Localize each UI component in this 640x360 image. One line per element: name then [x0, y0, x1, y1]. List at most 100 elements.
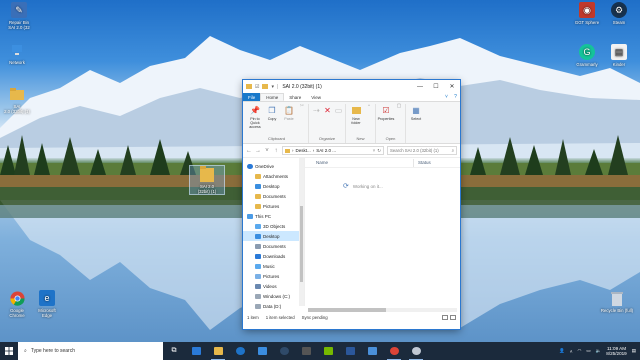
nav-item-pictures-onedrive[interactable]: Pictures: [243, 201, 304, 211]
tab-home[interactable]: Home: [260, 93, 285, 101]
taskbar-app-edge[interactable]: [229, 342, 251, 360]
open-group: ☑ Properties ▢ Open: [376, 104, 406, 143]
volume-icon[interactable]: 🔈: [596, 348, 602, 354]
chevron-down-icon[interactable]: ˅: [264, 148, 270, 154]
nav-item-music[interactable]: Music: [243, 261, 304, 271]
minimize-button[interactable]: —: [412, 80, 428, 93]
column-name[interactable]: Name: [305, 160, 413, 165]
tab-view[interactable]: View: [306, 93, 326, 101]
photos-icon: [367, 347, 377, 355]
nav-item-documents[interactable]: Documents: [243, 241, 304, 251]
taskbar-app-media[interactable]: [295, 342, 317, 360]
title-bar[interactable]: ☑ ▾ | SAI 2.0 (32bit) (1) — ☐ ✕: [243, 80, 460, 93]
taskbar-app-nvidia[interactable]: [317, 342, 339, 360]
up-button[interactable]: ↑: [273, 148, 279, 154]
taskbar-app-photos[interactable]: [361, 342, 383, 360]
scrollbar-thumb[interactable]: [300, 206, 303, 282]
tab-file[interactable]: File: [243, 93, 261, 101]
address-bar[interactable]: › Deskt... › SAI 2.0 ... ˅ ↻: [282, 146, 384, 155]
pin-button[interactable]: 📌 Pin to Quick access: [247, 104, 263, 135]
rename-button[interactable]: ▭: [333, 104, 343, 135]
chevron-down-icon[interactable]: ˅: [373, 148, 376, 153]
details-view-icon[interactable]: [442, 315, 448, 320]
new-folder-icon[interactable]: [262, 84, 269, 89]
navigation-pane[interactable]: OneDrive Attachments Desktop Documents P…: [243, 158, 305, 309]
properties-icon[interactable]: ☑: [255, 84, 259, 90]
nav-item-data-d[interactable]: Data (D:): [243, 301, 304, 311]
nav-item-documents-onedrive[interactable]: Documents: [243, 191, 304, 201]
breadcrumb-desktop[interactable]: Deskt...: [296, 148, 311, 153]
nav-item-3d-objects[interactable]: 3D Objects: [243, 221, 304, 231]
notification-icon[interactable]: ▤: [632, 348, 636, 354]
help-icon[interactable]: ?: [451, 93, 460, 101]
taskbar-app-store[interactable]: [185, 342, 207, 360]
chevron-up-icon[interactable]: ˄: [570, 349, 573, 354]
back-button[interactable]: ←: [246, 148, 252, 154]
taskbar-app-chrome[interactable]: [383, 342, 405, 360]
desktop-icon-repair-bin[interactable]: ✎ Repair Bin SAI 2.0 (32: [2, 2, 36, 30]
search-input[interactable]: Search SAI 2.0 (32bit) (1) ⌕: [387, 146, 457, 155]
nav-item-videos[interactable]: Videos: [243, 281, 304, 291]
clipboard-small-buttons[interactable]: ✂: [298, 104, 306, 135]
desktop-icon-ggt[interactable]: ◉ GGT Sphere: [570, 2, 604, 25]
breadcrumb-sai[interactable]: SAI 2.0 ...: [316, 148, 336, 153]
nav-item-pictures[interactable]: Pictures: [243, 271, 304, 281]
nav-item-downloads[interactable]: Downloads: [243, 251, 304, 261]
column-divider[interactable]: [413, 158, 414, 167]
breadcrumb-separator: ›: [292, 148, 294, 153]
battery-icon[interactable]: ▭: [586, 348, 590, 354]
file-list[interactable]: Name Status ⟳ Working on it...: [305, 158, 460, 306]
column-status[interactable]: Status: [418, 160, 431, 165]
paste-button[interactable]: 📋 Paste: [281, 104, 297, 135]
nav-item-onedrive[interactable]: OneDrive: [243, 161, 304, 171]
nav-scrollbar[interactable]: [299, 158, 304, 306]
maximize-button[interactable]: ☐: [428, 80, 444, 93]
desktop-icon-grammarly[interactable]: G Grammarly: [570, 44, 604, 67]
close-button[interactable]: ✕: [444, 80, 460, 93]
select-button[interactable]: ▦ Select: [408, 104, 424, 143]
nav-item-windows-c[interactable]: Windows (C:): [243, 291, 304, 301]
forward-button[interactable]: →: [255, 148, 261, 154]
nav-item-this-pc[interactable]: This PC: [243, 211, 304, 221]
clock[interactable]: 11:09 AM 8/25/2019: [606, 346, 626, 357]
taskbar-app-explorer[interactable]: [207, 342, 229, 360]
open-small-buttons[interactable]: ▢: [395, 104, 403, 135]
properties-button[interactable]: ☑ Properties: [378, 104, 395, 135]
taskbar-app-word[interactable]: [339, 342, 361, 360]
new-folder-button[interactable]: New folder: [348, 104, 364, 135]
nav-item-desktop[interactable]: Desktop: [243, 231, 304, 241]
new-item-button[interactable]: ▫: [365, 104, 373, 135]
ggt-sphere-icon: ◉: [579, 2, 595, 18]
desktop-icon-kinder[interactable]: ▤ Kinder: [602, 44, 636, 67]
taskbar-app-mail[interactable]: [251, 342, 273, 360]
task-view-button[interactable]: ⧉: [163, 342, 185, 360]
desktop-icon-sai-folder[interactable]: SAI 2.0 (32bit) (1): [189, 165, 225, 195]
move-to-button[interactable]: ⇢: [311, 104, 321, 135]
taskbar-search[interactable]: ⌕ Type here to search: [18, 342, 163, 360]
chevron-down-icon[interactable]: ▾: [271, 84, 274, 90]
desktop-icon-steam[interactable]: ⚙ Steam: [602, 2, 636, 25]
taskbar-app-sai[interactable]: [405, 342, 427, 360]
desktop-icon-edge[interactable]: e Microsoft Edge: [30, 290, 64, 318]
desktop-icon-network[interactable]: Network: [0, 42, 34, 65]
tab-share[interactable]: Share: [284, 93, 306, 101]
scrollbar-track[interactable]: [308, 307, 457, 312]
file-explorer-window[interactable]: ☑ ▾ | SAI 2.0 (32bit) (1) — ☐ ✕ File Hom…: [243, 80, 460, 329]
people-icon[interactable]: 👤: [559, 348, 565, 354]
select-label: Select: [410, 117, 422, 121]
wifi-icon[interactable]: ◠: [577, 348, 581, 354]
desktop-icon-recycle-bin[interactable]: Recycle Bin (full): [600, 290, 634, 313]
desktop-icon-chrome[interactable]: Google Chrome: [0, 290, 34, 318]
nav-item-attachments[interactable]: Attachments: [243, 171, 304, 181]
chevron-down-icon[interactable]: ˅: [442, 93, 451, 101]
desktop-icon-sai-small[interactable]: SAI 2.0 (32bit) (1): [0, 86, 34, 114]
scrollbar-thumb[interactable]: [308, 307, 386, 312]
delete-button[interactable]: ✕: [322, 104, 332, 135]
nav-item-desktop-onedrive[interactable]: Desktop: [243, 181, 304, 191]
address-bar-row: ← → ˅ ↑ › Deskt... › SAI 2.0 ... ˅ ↻ Sea…: [243, 144, 460, 158]
refresh-icon[interactable]: ↻: [377, 148, 381, 154]
large-icons-view-icon[interactable]: [450, 315, 456, 320]
taskbar-app-steam[interactable]: [273, 342, 295, 360]
copy-button[interactable]: ❐ Copy: [264, 104, 280, 135]
start-button[interactable]: [0, 342, 18, 360]
